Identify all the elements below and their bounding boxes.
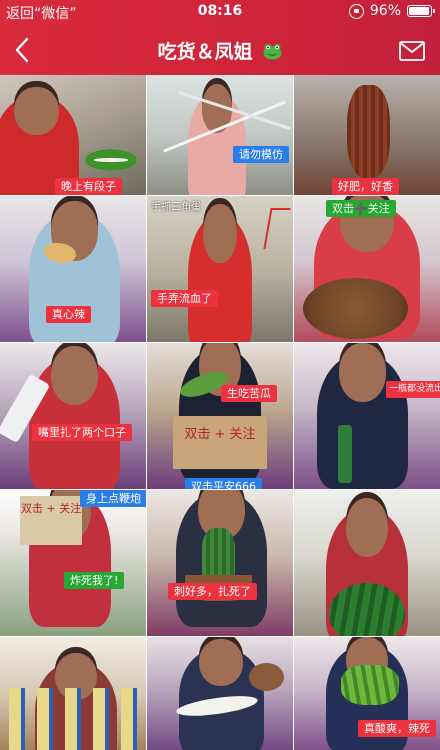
video-caption: 生吃苦瓜 xyxy=(221,385,277,402)
video-tile[interactable]: 真心辣 xyxy=(0,196,146,342)
video-caption: 请勿模仿 xyxy=(233,146,289,163)
video-tile[interactable]: 好肥，好香 xyxy=(294,75,440,195)
fried-worms-skewer xyxy=(346,84,391,179)
beer-bottles xyxy=(8,688,138,750)
video-caption-top: 身上点鞭炮 xyxy=(80,490,146,507)
page-title-text: 吃货＆凤姐 xyxy=(157,41,253,63)
video-caption: 真酸爽，辣死 xyxy=(358,720,436,737)
video-top-text: 手抓三角蛋 xyxy=(151,202,201,213)
video-caption: 嘴里扎了两个口子 xyxy=(32,424,132,441)
status-bar: 返回“微信” 08:16 96% xyxy=(0,0,440,26)
frog-emoji-icon xyxy=(263,44,282,60)
video-grid: 晚上有段子 请勿模仿 好肥，好香 真心辣 手抓三角蛋 手弄流血了 双击➕关注 嘴… xyxy=(0,75,440,750)
status-indicators: 96% xyxy=(348,3,435,19)
beer-bottle xyxy=(337,424,353,484)
person xyxy=(317,343,408,489)
video-tile[interactable]: 一瓶都没流出来 xyxy=(294,343,440,489)
video-caption: 炸死我了! xyxy=(64,572,125,589)
bowl-of-bugs xyxy=(302,277,408,340)
video-caption: 刺好多，扎死了 xyxy=(168,583,257,600)
green-chili-peppers xyxy=(340,665,400,705)
video-tile[interactable]: 刺好多，扎死了 xyxy=(147,490,293,636)
video-caption: 双击➕关注 xyxy=(326,200,396,217)
plate-of-peppers xyxy=(84,149,138,171)
video-caption: 真心辣 xyxy=(46,306,91,323)
video-tile[interactable] xyxy=(294,490,440,636)
video-caption: 好肥，好香 xyxy=(332,178,399,195)
orientation-lock-icon xyxy=(348,3,364,19)
video-tile[interactable] xyxy=(147,637,293,750)
video-tile[interactable]: 嘴里扎了两个口子 xyxy=(0,343,146,489)
video-tile[interactable]: 双击➕关注 xyxy=(294,196,440,342)
video-caption: 晚上有段子 xyxy=(55,178,122,195)
battery-level xyxy=(409,7,430,15)
header: 返回“微信” 08:16 96% 吃货＆凤姐 xyxy=(0,0,440,75)
video-tile[interactable] xyxy=(0,637,146,750)
watermelon xyxy=(329,583,405,636)
cactus-plant xyxy=(202,527,235,578)
person xyxy=(187,204,253,342)
video-tile[interactable]: 真酸爽，辣死 xyxy=(294,637,440,750)
video-caption: 一瓶都没流出来 xyxy=(386,381,440,398)
video-tile[interactable]: 双击 + 关注 生吃苦瓜 双击平安666 xyxy=(147,343,293,489)
page-title: 吃货＆凤姐 xyxy=(0,37,440,64)
video-tile[interactable]: 晚上有段子 xyxy=(0,75,146,195)
video-tile[interactable]: 请勿模仿 xyxy=(147,75,293,195)
navigation-bar: 吃货＆凤姐 xyxy=(0,26,440,75)
video-caption-bottom: 双击平安666 xyxy=(185,478,262,489)
stuffed-animal xyxy=(249,662,285,691)
battery-percent: 96% xyxy=(369,3,401,19)
video-caption: 手弄流血了 xyxy=(151,290,218,307)
video-tile[interactable]: 双击 + 关注 身上点鞭炮 炸死我了! xyxy=(0,490,146,636)
video-tile[interactable]: 手抓三角蛋 手弄流血了 xyxy=(147,196,293,342)
mail-icon[interactable] xyxy=(399,41,425,61)
back-to-wechat-label: 返回“微信” xyxy=(6,6,77,22)
sign-text: 双击 + 关注 xyxy=(20,501,82,515)
back-to-wechat[interactable]: 返回“微信” xyxy=(6,3,77,23)
sign-text: 双击 + 关注 xyxy=(184,427,256,443)
battery-icon xyxy=(407,5,435,17)
